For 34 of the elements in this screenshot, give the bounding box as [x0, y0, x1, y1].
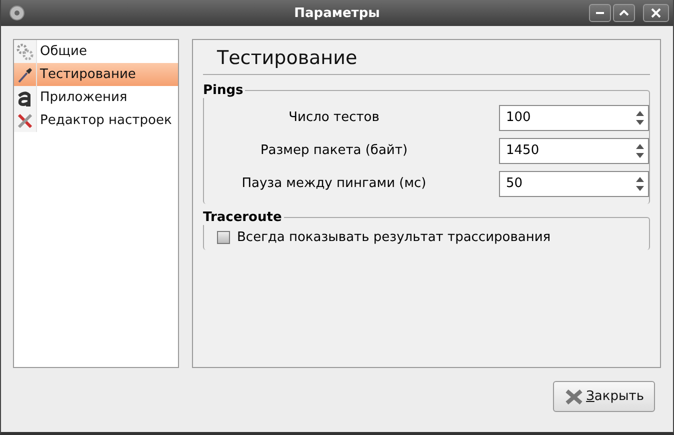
sidebar-item[interactable]: Редактор настроек [14, 109, 178, 132]
up-arrow-icon[interactable] [636, 144, 644, 148]
field-label: Размер пакета (байт) [259, 143, 409, 158]
group-title: Traceroute [203, 210, 284, 225]
sidebar-item[interactable]: Приложения [14, 86, 178, 109]
close-dialog-button[interactable]: Закрыть [553, 381, 655, 412]
minimize-button[interactable] [589, 4, 611, 22]
maximize-button[interactable] [613, 4, 635, 22]
minimize-icon [596, 12, 604, 14]
checkbox[interactable] [217, 230, 230, 244]
sidebar-item[interactable]: Тестирование [14, 63, 178, 86]
down-arrow-icon[interactable] [636, 152, 644, 158]
gears-icon [16, 42, 34, 60]
spin-field[interactable]: 1450 [499, 138, 649, 164]
field-label: Пауза между пингами (мс) [240, 176, 428, 191]
page-title: Тестирование [216, 46, 358, 71]
field-label: Число тестов [288, 110, 380, 125]
group-title: Pings [203, 83, 246, 98]
close-icon [651, 8, 661, 18]
spin-field[interactable]: 100 [499, 104, 649, 130]
spin-field[interactable]: 50 [499, 170, 649, 196]
window-title: Параметры [294, 6, 380, 20]
app-icon [9, 5, 25, 21]
caret-up-icon [619, 10, 629, 16]
checkbox-label: Всегда показывать результат трассирования [237, 230, 551, 244]
tools-icon [16, 112, 34, 130]
up-arrow-icon[interactable] [636, 110, 644, 116]
close-button[interactable] [643, 4, 669, 22]
down-arrow-icon[interactable] [636, 120, 644, 124]
close-icon [564, 388, 584, 404]
sidebar-item[interactable]: Общие [14, 40, 178, 63]
down-arrow-icon[interactable] [636, 186, 644, 190]
pipette-icon [16, 66, 34, 84]
up-arrow-icon[interactable] [636, 176, 644, 182]
